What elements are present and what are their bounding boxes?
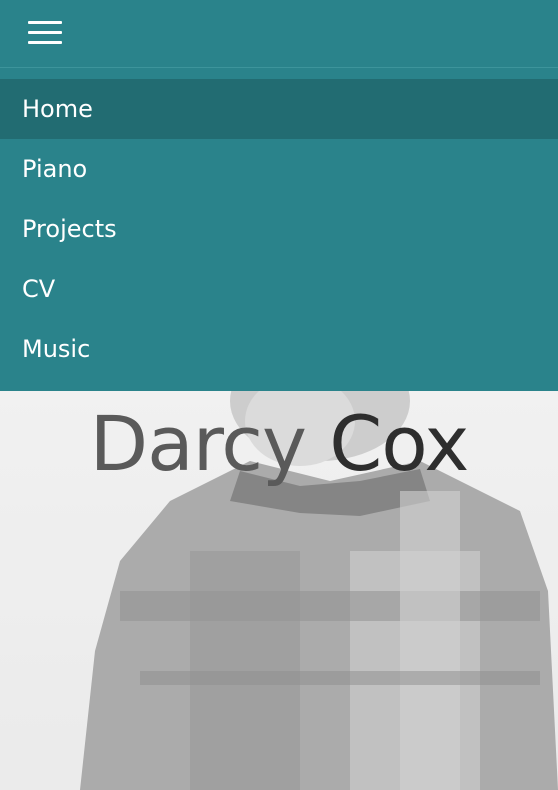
nav-item-projects[interactable]: Projects bbox=[0, 199, 558, 259]
hamburger-menu-icon[interactable] bbox=[28, 20, 62, 46]
nav-menu: Home Piano Projects CV Music bbox=[0, 68, 558, 391]
hero-title: Darcy Cox bbox=[0, 399, 558, 488]
hero-title-last: Cox bbox=[329, 399, 469, 488]
nav-item-piano[interactable]: Piano bbox=[0, 139, 558, 199]
hamburger-line bbox=[28, 41, 62, 44]
nav-item-music[interactable]: Music bbox=[0, 319, 558, 379]
top-bar bbox=[0, 0, 558, 68]
nav-item-home[interactable]: Home bbox=[0, 79, 558, 139]
hero-title-first: Darcy bbox=[89, 399, 307, 488]
hero-section: Darcy Cox bbox=[0, 391, 558, 790]
nav-item-cv[interactable]: CV bbox=[0, 259, 558, 319]
hamburger-line bbox=[28, 31, 62, 34]
hamburger-line bbox=[28, 21, 62, 24]
